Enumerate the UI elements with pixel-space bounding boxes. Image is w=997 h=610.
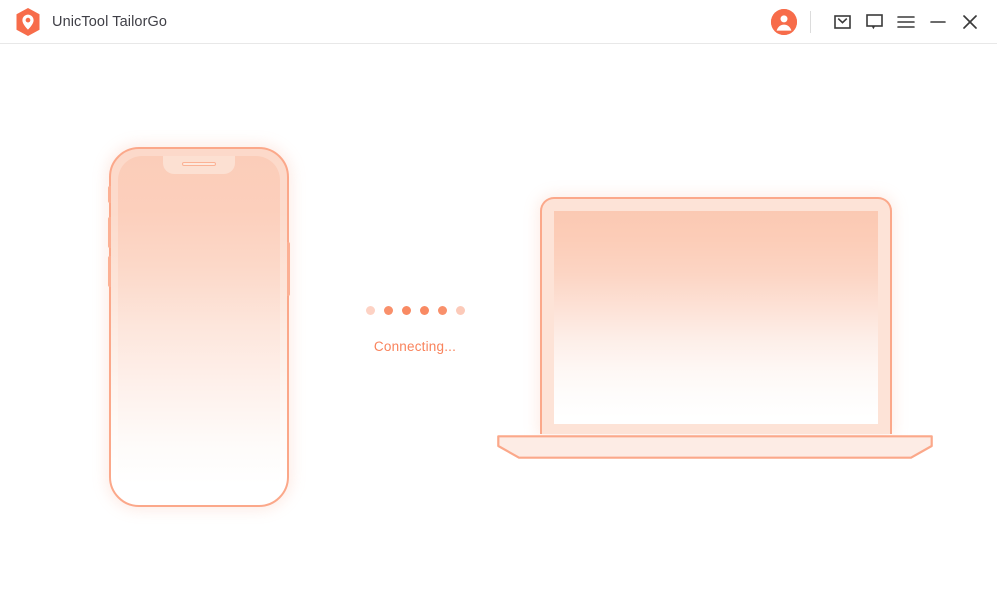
connection-stage: Connecting... bbox=[0, 44, 997, 610]
account-avatar-icon[interactable] bbox=[771, 9, 797, 35]
speech-bubble-icon[interactable] bbox=[859, 7, 889, 37]
app-title: UnicTool TailorGo bbox=[52, 13, 168, 30]
phone-volume-down-button bbox=[107, 256, 111, 287]
brand: UnicTool TailorGo bbox=[14, 7, 167, 37]
smartphone-illustration-icon bbox=[107, 147, 291, 507]
loading-dot bbox=[455, 305, 465, 315]
title-bar: UnicTool TailorGo bbox=[0, 0, 997, 44]
envelope-icon[interactable] bbox=[827, 7, 857, 37]
laptop-lid bbox=[540, 197, 892, 434]
phone-power-button bbox=[287, 242, 291, 296]
minimize-icon[interactable] bbox=[923, 7, 953, 37]
phone-mute-switch bbox=[107, 186, 111, 203]
close-icon[interactable] bbox=[955, 7, 985, 37]
phone-notch bbox=[163, 156, 235, 174]
loading-dots bbox=[352, 300, 478, 320]
loading-dot bbox=[365, 305, 375, 315]
connection-indicator: Connecting... bbox=[352, 300, 478, 354]
phone-screen bbox=[118, 156, 280, 498]
location-pin-shield-logo-icon bbox=[14, 7, 42, 37]
laptop-illustration-icon bbox=[497, 197, 933, 459]
connection-status-text: Connecting... bbox=[373, 339, 457, 354]
loading-dot bbox=[383, 305, 393, 315]
phone-volume-up-button bbox=[107, 217, 111, 248]
laptop-base bbox=[497, 435, 933, 459]
laptop-screen bbox=[554, 211, 878, 424]
controls-divider bbox=[810, 11, 811, 33]
loading-dot bbox=[419, 305, 429, 315]
phone-speaker-slot bbox=[182, 162, 216, 166]
window-controls bbox=[771, 0, 997, 44]
hamburger-menu-icon[interactable] bbox=[891, 7, 921, 37]
loading-dot bbox=[437, 305, 447, 315]
loading-dot bbox=[401, 305, 411, 315]
